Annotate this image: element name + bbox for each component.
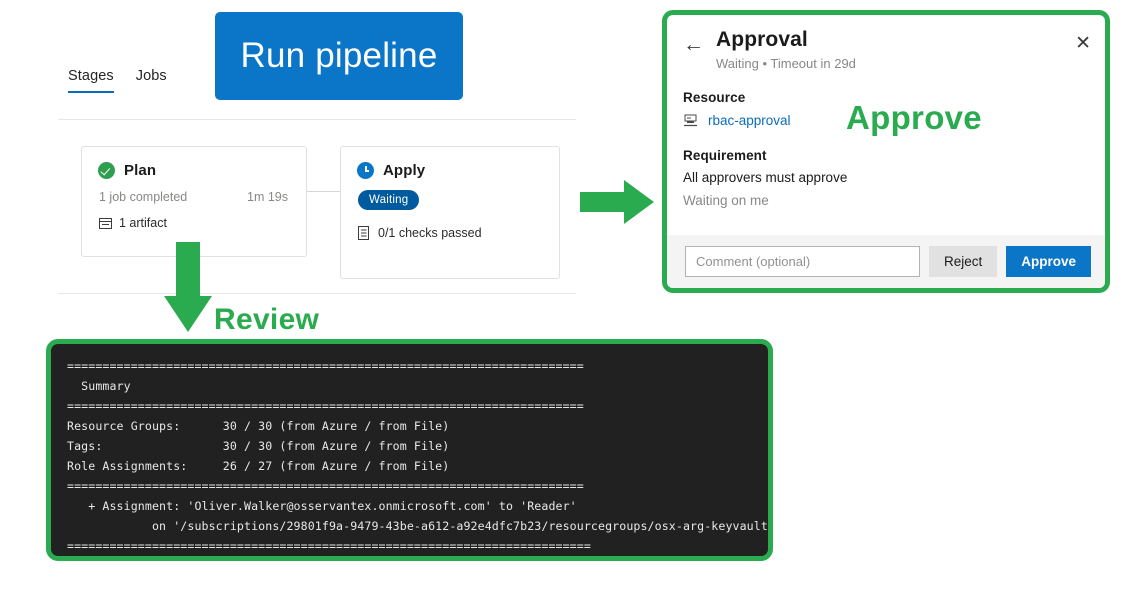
terminal-line: ========================================…: [67, 359, 584, 373]
tab-jobs[interactable]: Jobs: [136, 68, 167, 93]
terminal-line: + Assignment: 'Oliver.Walker@osservantex…: [67, 499, 577, 513]
comment-input[interactable]: [685, 246, 920, 277]
stage-card-plan[interactable]: Plan 1 job completed 1m 19s 1 artifact: [81, 146, 307, 257]
stage-plan-header: Plan: [82, 147, 306, 179]
approval-title: Approval: [716, 28, 808, 51]
annotation-approve-label: Approve: [846, 99, 982, 136]
approval-header: ← Approval Waiting • Timeout in 29d ✕: [667, 15, 1105, 71]
terminal-lines: ========================================…: [67, 356, 768, 556]
stage-apply-title: Apply: [383, 162, 426, 179]
stage-apply-checks[interactable]: 0/1 checks passed: [341, 210, 559, 240]
close-icon[interactable]: ✕: [1075, 34, 1091, 53]
reject-button[interactable]: Reject: [928, 246, 998, 277]
approval-panel: ← Approval Waiting • Timeout in 29d ✕ Re…: [662, 10, 1110, 293]
stage-apply-checks-text: 0/1 checks passed: [378, 225, 482, 240]
approve-button[interactable]: Approve: [1006, 246, 1091, 277]
check-circle-icon: [98, 162, 115, 179]
approval-title-wrap: Approval Waiting • Timeout in 29d: [716, 28, 1075, 71]
terminal-line: ========================================…: [67, 399, 584, 413]
server-icon: [684, 114, 697, 126]
stage-plan-artifacts[interactable]: 1 artifact: [82, 204, 306, 230]
annotation-review-label: Review: [214, 303, 320, 336]
stage-plan-summary: 1 job completed 1m 19s: [82, 179, 306, 204]
terminal-output-panel: ========================================…: [46, 339, 773, 561]
pipeline-bottom-divider: [58, 293, 576, 294]
checklist-icon: [358, 225, 369, 240]
stage-card-apply[interactable]: Apply Waiting 0/1 checks passed: [340, 146, 560, 279]
terminal-line: ========================================…: [67, 539, 591, 553]
stage-plan-jobs-text: 1 job completed: [99, 190, 188, 204]
tab-stages[interactable]: Stages: [68, 68, 114, 93]
terminal-line: Summary: [67, 379, 131, 393]
stage-apply-header: Apply: [341, 147, 559, 179]
arrow-right-icon: [580, 180, 654, 224]
terminal-line: Tags: 30 / 30 (from Azure / from File): [67, 439, 450, 453]
arrow-down-icon: [164, 242, 212, 332]
run-pipeline-button[interactable]: Run pipeline: [215, 12, 463, 100]
approval-status: Waiting • Timeout in 29d: [716, 55, 856, 71]
approval-action-bar: Reject Approve: [667, 235, 1105, 288]
artifact-icon: [99, 217, 112, 229]
approval-waiting-on-me: Waiting on me: [683, 192, 769, 208]
stage-connector: [307, 191, 340, 192]
clock-circle-icon: [357, 162, 374, 179]
stage-plan-duration: 1m 19s: [247, 190, 288, 204]
approval-resource-link[interactable]: rbac-approval: [708, 113, 791, 128]
approval-requirement-label: Requirement: [683, 147, 767, 163]
terminal-line: Role Assignments: 26 / 27 (from Azure / …: [67, 459, 450, 473]
stage-plan-title: Plan: [124, 162, 157, 179]
stage-plan-artifact-text: 1 artifact: [119, 216, 167, 230]
tabs-divider: [58, 119, 576, 120]
arrow-left-icon[interactable]: ←: [683, 34, 704, 55]
terminal-line: Resource Groups: 30 / 30 (from Azure / f…: [67, 419, 450, 433]
terminal-line: on '/subscriptions/29801f9a-9479-43be-a6…: [67, 519, 773, 533]
pipeline-tabs: Stages Jobs: [68, 68, 167, 93]
approval-requirement-text: All approvers must approve: [683, 169, 848, 185]
terminal-line: ========================================…: [67, 479, 584, 493]
status-badge-waiting[interactable]: Waiting: [358, 190, 420, 210]
